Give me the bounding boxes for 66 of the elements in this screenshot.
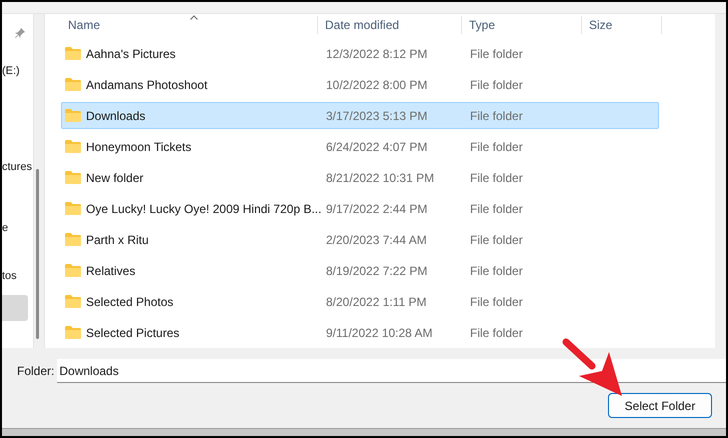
file-row[interactable]: Honeymoon Tickets 6/24/2022 4:07 PM File folder bbox=[61, 133, 659, 160]
folder-icon bbox=[65, 171, 81, 184]
file-row[interactable]: Andamans Photoshoot 10/2/2022 8:00 PM File folder bbox=[61, 71, 659, 98]
folder-icon bbox=[65, 264, 81, 277]
file-row[interactable]: Selected Pictures 9/11/2022 10:28 AM File folder bbox=[61, 319, 659, 346]
file-row[interactable]: Aahna's Pictures 12/3/2022 8:12 PM File folder bbox=[61, 40, 659, 67]
select-folder-button[interactable]: Select Folder bbox=[608, 393, 712, 418]
file-type: File folder bbox=[469, 170, 524, 186]
file-row[interactable]: Oye Lucky! Lucky Oye! 2009 Hindi 720p B... 9/17/2022 2:44 PM File folder bbox=[61, 195, 659, 222]
column-header[interactable]: Size bbox=[582, 16, 662, 34]
date-modified: 8/20/2022 1:11 PM bbox=[325, 294, 428, 310]
file-type: File folder bbox=[469, 138, 524, 156]
pin-icon bbox=[15, 28, 25, 38]
column-header[interactable]: Date modified bbox=[318, 16, 462, 34]
sidebar-item[interactable]: tos bbox=[2, 263, 28, 289]
file-type: File folder bbox=[469, 76, 524, 94]
file-name: New folder bbox=[86, 170, 144, 186]
column-header[interactable]: Type bbox=[462, 16, 582, 34]
date-modified: 10/2/2022 8:00 PM bbox=[325, 76, 428, 94]
folder-icon bbox=[65, 295, 81, 308]
file-name: Parth x Ritu bbox=[86, 232, 149, 248]
file-name: Selected Photos bbox=[86, 294, 174, 310]
folder-icon bbox=[65, 233, 81, 246]
folder-icon bbox=[65, 109, 81, 122]
date-modified: 9/17/2022 2:44 PM bbox=[325, 200, 428, 218]
file-type: File folder bbox=[469, 200, 524, 218]
sidebar-item[interactable] bbox=[2, 295, 28, 321]
folder-icon bbox=[65, 326, 81, 339]
date-modified: 9/11/2022 10:28 AM bbox=[325, 324, 434, 342]
folder-icon bbox=[65, 78, 81, 91]
file-type: File folder bbox=[469, 294, 524, 310]
folder-input[interactable]: Downloads bbox=[57, 359, 726, 383]
file-row[interactable]: Parth x Ritu 2/20/2023 7:44 AM File folder bbox=[61, 226, 659, 253]
file-type: File folder bbox=[469, 46, 524, 62]
file-row[interactable]: Downloads 3/17/2023 5:13 PM File folder bbox=[61, 102, 659, 129]
sidebar-item[interactable]: ctures bbox=[2, 154, 32, 180]
date-modified: 8/19/2022 7:22 PM bbox=[325, 262, 428, 280]
file-name: Oye Lucky! Lucky Oye! 2009 Hindi 720p B... bbox=[86, 200, 322, 218]
column-header[interactable]: Name bbox=[61, 16, 318, 34]
sidebar-item[interactable]: e bbox=[2, 215, 28, 241]
file-name: Andamans Photoshoot bbox=[86, 76, 208, 94]
file-name: Relatives bbox=[86, 262, 136, 280]
folder-label: Folder: bbox=[17, 363, 54, 380]
folder-icon bbox=[65, 202, 81, 215]
date-modified: 12/3/2022 8:12 PM bbox=[325, 46, 428, 62]
scrollbar-thumb[interactable] bbox=[36, 169, 39, 339]
file-row[interactable]: New folder 8/21/2022 10:31 PM File folder bbox=[61, 164, 659, 191]
file-name: Aahna's Pictures bbox=[86, 46, 176, 62]
sort-caret-icon bbox=[190, 15, 198, 20]
folder-icon bbox=[65, 140, 81, 153]
date-modified: 8/21/2022 10:31 PM bbox=[325, 170, 436, 186]
file-type: File folder bbox=[469, 108, 524, 124]
date-modified: 3/17/2023 5:13 PM bbox=[325, 108, 428, 124]
file-type: File folder bbox=[469, 324, 524, 342]
file-row[interactable]: Selected Photos 8/20/2022 1:11 PM File folder bbox=[61, 288, 659, 315]
file-name: Selected Pictures bbox=[86, 324, 180, 342]
file-type: File folder bbox=[469, 262, 524, 280]
folder-icon bbox=[65, 47, 81, 60]
date-modified: 2/20/2023 7:44 AM bbox=[325, 232, 428, 248]
file-type: File folder bbox=[469, 232, 524, 248]
date-modified: 6/24/2022 4:07 PM bbox=[325, 138, 428, 156]
file-name: Downloads bbox=[86, 108, 146, 124]
arrow-drawing bbox=[562, 338, 624, 398]
file-row[interactable]: Relatives 8/19/2022 7:22 PM File folder bbox=[61, 257, 659, 284]
file-name: Honeymoon Tickets bbox=[86, 138, 192, 156]
sidebar-item[interactable]: (E:) bbox=[2, 58, 28, 84]
